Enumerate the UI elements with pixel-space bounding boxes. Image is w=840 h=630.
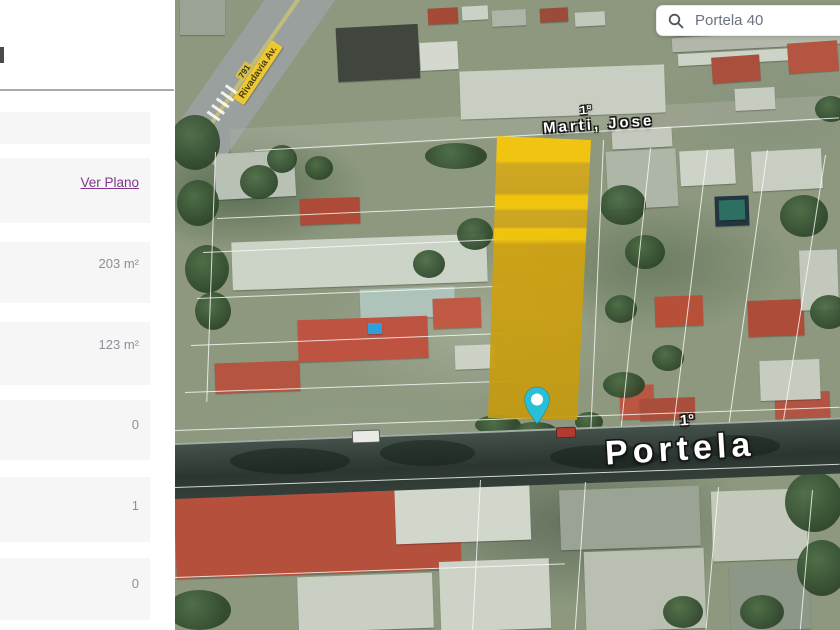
car bbox=[555, 426, 577, 439]
sidebar-row-empty bbox=[0, 112, 150, 144]
sidebar-row-plan: Ver Plano bbox=[0, 158, 150, 223]
sidebar-divider bbox=[0, 89, 174, 91]
search-box[interactable] bbox=[656, 5, 840, 36]
sidebar-panel: Ver Plano 203 m² 123 m² 0 1 0 bbox=[0, 0, 175, 630]
sidebar-row-count-3: 0 bbox=[0, 558, 150, 620]
ver-plano-link[interactable]: Ver Plano bbox=[80, 175, 139, 223]
sidebar-row-count-2: 1 bbox=[0, 477, 150, 542]
row-value: 1 bbox=[131, 498, 139, 513]
row-value: 0 bbox=[131, 576, 139, 591]
street-label-portela-prefix: 1° bbox=[679, 411, 695, 430]
clipped-text-fragment bbox=[0, 47, 4, 63]
row-value: 203 m² bbox=[98, 256, 139, 271]
map-canvas[interactable]: Marti, Jose 1° Portela 1° Rivadavia Av. … bbox=[175, 0, 840, 630]
row-value: 0 bbox=[131, 417, 139, 432]
search-icon bbox=[668, 13, 684, 28]
car bbox=[351, 429, 381, 444]
row-value: 123 m² bbox=[98, 337, 139, 352]
street-label-marti-prefix: 1° bbox=[579, 102, 592, 118]
sidebar-row-area-total: 203 m² bbox=[0, 242, 150, 303]
sidebar-row-area-covered: 123 m² bbox=[0, 322, 150, 385]
map-pin-icon[interactable] bbox=[523, 386, 551, 426]
app-window: { "search": { "value": "Portela 40" }, "… bbox=[0, 0, 840, 630]
sidebar-row-count-1: 0 bbox=[0, 400, 150, 460]
search-input[interactable] bbox=[693, 11, 827, 30]
